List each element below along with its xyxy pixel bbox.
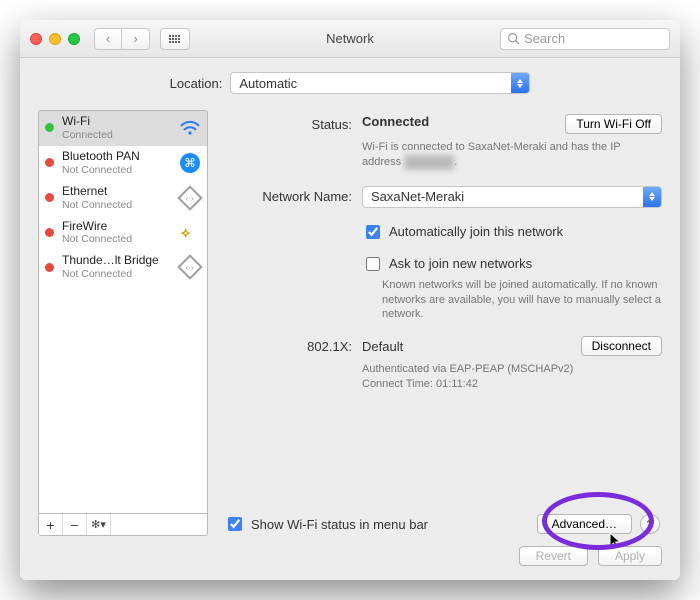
location-value: Automatic xyxy=(239,76,297,91)
search-field[interactable]: Search xyxy=(500,28,670,50)
bluetooth-icon: ⌘ xyxy=(179,153,201,173)
ethernet-icon: ‹·› xyxy=(179,189,201,207)
network-name-select[interactable]: SaxaNet-Meraki xyxy=(362,186,662,208)
status-dot-icon xyxy=(45,193,54,202)
forward-button[interactable]: › xyxy=(122,28,150,50)
window-title: Network xyxy=(326,31,374,46)
service-item-bluetooth[interactable]: Bluetooth PAN Not Connected ⌘ xyxy=(39,146,207,181)
revert-button[interactable]: Revert xyxy=(519,546,588,566)
turn-wifi-off-button[interactable]: Turn Wi-Fi Off xyxy=(565,114,662,134)
dot1x-connect-time: Connect Time: 01:11:42 xyxy=(362,377,662,392)
advanced-button[interactable]: Advanced… xyxy=(537,514,632,534)
nav-buttons: ‹ › xyxy=(94,28,150,50)
network-name-label: Network Name: xyxy=(222,186,362,208)
service-list[interactable]: Wi-Fi Connected Bluetooth PAN Not Connec… xyxy=(38,110,208,514)
add-service-button[interactable]: + xyxy=(39,514,63,535)
service-item-firewire[interactable]: FireWire Not Connected ⟡ xyxy=(39,216,207,251)
titlebar: ‹ › Network Search xyxy=(20,20,680,58)
service-actions-button[interactable]: ✻▾ xyxy=(87,514,111,535)
disconnect-button[interactable]: Disconnect xyxy=(581,336,662,356)
network-name-value: SaxaNet-Meraki xyxy=(371,189,464,204)
auto-join-checkbox[interactable]: Automatically join this network xyxy=(362,222,662,242)
status-dot-icon xyxy=(45,228,54,237)
location-select[interactable]: Automatic xyxy=(230,72,530,94)
service-status: Not Connected xyxy=(62,199,171,211)
service-name: Bluetooth PAN xyxy=(62,150,171,164)
service-status: Not Connected xyxy=(62,233,171,245)
help-button[interactable]: ? xyxy=(640,514,660,534)
minimize-button[interactable] xyxy=(49,33,61,45)
dot1x-value: Default xyxy=(362,339,403,354)
status-dot-icon xyxy=(45,123,54,132)
apply-button[interactable]: Apply xyxy=(598,546,662,566)
show-status-checkbox[interactable]: Show Wi-Fi status in menu bar xyxy=(224,514,428,534)
window-footer: Revert Apply xyxy=(20,546,680,580)
service-status: Not Connected xyxy=(62,268,171,280)
dot1x-label: 802.1X: xyxy=(222,336,362,356)
ask-join-input[interactable] xyxy=(366,257,380,271)
service-item-thunderbolt[interactable]: Thunde…lt Bridge Not Connected ‹·› xyxy=(39,250,207,285)
service-list-footer: + − ✻▾ xyxy=(38,514,208,536)
chevron-updown-icon xyxy=(643,187,661,207)
status-label: Status: xyxy=(222,114,362,134)
remove-service-button[interactable]: − xyxy=(63,514,87,535)
close-button[interactable] xyxy=(30,33,42,45)
service-item-wifi[interactable]: Wi-Fi Connected xyxy=(39,111,207,146)
ask-join-note: Known networks will be joined automatica… xyxy=(382,278,662,323)
detail-bottom-row: Show Wi-Fi status in menu bar Advanced… … xyxy=(222,514,662,536)
ask-join-checkbox[interactable]: Ask to join new networks xyxy=(362,254,662,274)
wifi-icon xyxy=(179,120,201,136)
search-icon xyxy=(507,32,520,45)
status-dot-icon xyxy=(45,158,54,167)
service-sidebar: Wi-Fi Connected Bluetooth PAN Not Connec… xyxy=(38,110,208,536)
location-label: Location: xyxy=(170,76,223,91)
back-button[interactable]: ‹ xyxy=(94,28,122,50)
status-value: Connected xyxy=(362,114,429,129)
show-all-button[interactable] xyxy=(160,28,190,50)
show-status-input[interactable] xyxy=(228,517,242,531)
service-name: Ethernet xyxy=(62,185,171,199)
service-item-ethernet[interactable]: Ethernet Not Connected ‹·› xyxy=(39,181,207,216)
auto-join-input[interactable] xyxy=(366,225,380,239)
thunderbolt-icon: ‹·› xyxy=(179,258,201,276)
status-dot-icon xyxy=(45,263,54,272)
service-status: Not Connected xyxy=(62,164,171,176)
location-row: Location: Automatic xyxy=(20,58,680,104)
chevron-updown-icon xyxy=(511,73,529,93)
window-controls xyxy=(30,33,80,45)
grid-icon xyxy=(169,35,181,43)
detail-pane: Status: Connected Turn Wi-Fi Off Wi-Fi i… xyxy=(222,110,662,536)
search-placeholder: Search xyxy=(524,31,565,46)
firewire-icon: ⟡ xyxy=(179,224,201,242)
service-name: Wi-Fi xyxy=(62,115,171,129)
service-name: FireWire xyxy=(62,220,171,234)
zoom-button[interactable] xyxy=(68,33,80,45)
dot1x-auth-text: Authenticated via EAP-PEAP (MSCHAPv2) xyxy=(362,362,662,377)
service-name: Thunde…lt Bridge xyxy=(62,254,171,268)
service-status: Connected xyxy=(62,129,171,141)
status-note: Wi-Fi is connected to SaxaNet-Meraki and… xyxy=(362,140,662,170)
